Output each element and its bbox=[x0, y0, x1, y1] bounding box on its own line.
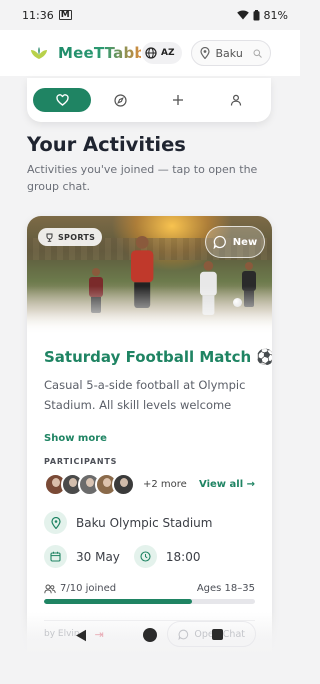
chat-bubble-icon bbox=[213, 235, 226, 249]
location-search[interactable]: Baku bbox=[190, 40, 271, 66]
joined-progress-bar bbox=[44, 599, 255, 604]
view-all-link[interactable]: View all → bbox=[199, 479, 255, 490]
battery-percent: 81% bbox=[263, 8, 288, 22]
page-subtitle: Activities you've joined — tap to open t… bbox=[27, 163, 258, 193]
participants-label: PARTICIPANTS bbox=[44, 457, 118, 466]
recents-icon[interactable] bbox=[212, 629, 223, 640]
joined-progress-fill bbox=[44, 599, 192, 604]
activity-location: Baku Olympic Stadium bbox=[76, 515, 213, 530]
logo-icon bbox=[31, 47, 47, 59]
search-icon bbox=[253, 49, 262, 58]
activity-time: 18:00 bbox=[165, 549, 201, 564]
tab-bar bbox=[27, 78, 271, 122]
language-button[interactable]: AZ bbox=[142, 42, 182, 64]
card-body: Saturday Football Match ⚽ Casual 5-a-sid… bbox=[27, 348, 272, 621]
category-badge: SPORTS bbox=[38, 228, 103, 246]
age-range: Ages 18–35 bbox=[196, 583, 255, 594]
tab-profile[interactable] bbox=[207, 88, 265, 112]
map-pin-icon bbox=[199, 47, 210, 59]
activity-title: Saturday Football Match ⚽ bbox=[44, 348, 272, 366]
compass-icon bbox=[113, 93, 127, 107]
more-participants: +2 more bbox=[143, 479, 187, 490]
calendar-icon-wrap bbox=[44, 545, 67, 568]
new-messages-badge[interactable]: New bbox=[205, 226, 265, 258]
activity-image: SPORTS New bbox=[27, 216, 272, 334]
page-title: Your Activities bbox=[27, 133, 186, 156]
gmail-icon: M bbox=[58, 10, 72, 20]
category-label: SPORTS bbox=[58, 232, 96, 242]
battery-icon bbox=[253, 9, 260, 20]
status-bar: 11:36 M 81% bbox=[0, 0, 300, 30]
calendar-icon bbox=[50, 551, 61, 562]
clock-icon bbox=[140, 551, 151, 562]
wifi-icon bbox=[236, 10, 249, 20]
heart-icon bbox=[55, 94, 69, 106]
brand-name[interactable]: MeeTTabb bbox=[58, 44, 141, 62]
app-header: MeeTTabb AZ Baku bbox=[0, 30, 300, 76]
joined-row: 7/10 joined Ages 18–35 bbox=[44, 583, 255, 594]
activity-description: Casual 5-a-side football at Olympic Stad… bbox=[44, 378, 246, 412]
new-label: New bbox=[232, 236, 258, 248]
back-icon[interactable] bbox=[75, 629, 87, 642]
globe-icon bbox=[145, 47, 157, 59]
user-icon bbox=[230, 94, 242, 106]
trophy-icon bbox=[46, 233, 53, 242]
clock-icon-wrap bbox=[133, 545, 157, 568]
joined-count: 7/10 joined bbox=[60, 583, 117, 594]
tab-my-activities[interactable] bbox=[33, 88, 91, 112]
location-icon-wrap bbox=[44, 511, 67, 534]
map-pin-icon bbox=[50, 516, 61, 529]
language-label: AZ bbox=[161, 48, 175, 58]
datetime-row: 30 May 18:00 bbox=[44, 545, 255, 568]
location-row: Baku Olympic Stadium bbox=[44, 511, 255, 534]
users-icon bbox=[44, 584, 56, 593]
image-fade bbox=[27, 286, 272, 334]
tab-explore[interactable] bbox=[91, 88, 149, 112]
location-value: Baku bbox=[215, 46, 243, 60]
status-right: 81% bbox=[236, 8, 288, 22]
avatar[interactable] bbox=[112, 473, 135, 496]
participants-row: +2 more View all → bbox=[44, 473, 255, 496]
plus-icon bbox=[173, 95, 183, 105]
tab-create[interactable] bbox=[149, 88, 207, 112]
status-left: 11:36 M bbox=[22, 9, 72, 22]
show-more-link[interactable]: Show more bbox=[44, 433, 255, 444]
system-nav-bar bbox=[0, 622, 300, 650]
status-time: 11:36 bbox=[22, 8, 54, 22]
activity-date: 30 May bbox=[76, 549, 120, 564]
participant-avatars[interactable] bbox=[44, 473, 135, 496]
home-icon[interactable] bbox=[143, 628, 157, 642]
